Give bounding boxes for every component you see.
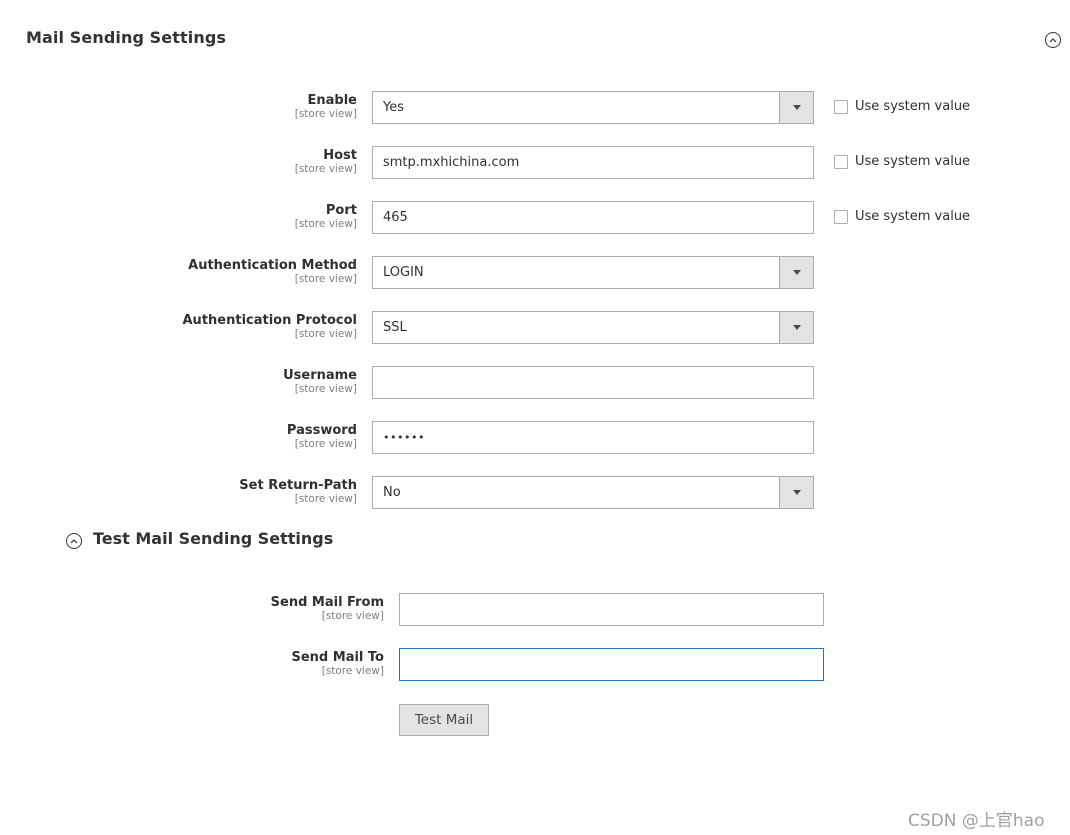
row-send-from: Send Mail From [store view] [0, 593, 1070, 627]
auth-protocol-label: Authentication Protocol [182, 313, 358, 328]
port-input[interactable]: 465 [372, 201, 814, 234]
use-system-value-enable[interactable]: Use system value [834, 99, 970, 114]
auth-method-label: Authentication Method [188, 258, 357, 273]
scope-label: [store view] [294, 328, 357, 340]
enable-label-group: Enable [store view] [295, 93, 357, 121]
return-path-label: Set Return-Path [239, 478, 357, 493]
row-password: Password [store view] •••••• [0, 421, 1070, 455]
watermark: CSDN @上官hao [908, 811, 1045, 831]
row-auth-protocol: Authentication Protocol [store view] SSL [0, 311, 1070, 345]
scope-label: [store view] [294, 438, 357, 450]
use-system-value-host[interactable]: Use system value [834, 154, 970, 169]
checkbox[interactable] [834, 99, 848, 114]
enable-select[interactable]: Yes [372, 91, 814, 124]
test-mail-button[interactable]: Test Mail [399, 704, 489, 736]
dropdown-arrow-icon[interactable] [779, 257, 813, 288]
return-path-label-group: Set Return-Path [store view] [239, 478, 357, 506]
send-from-label-group: Send Mail From [store view] [271, 595, 384, 623]
chevron-up-icon [70, 538, 78, 544]
scope-label: [store view] [321, 610, 384, 622]
scope-label: [store view] [294, 273, 357, 285]
use-system-label: Use system value [855, 99, 971, 114]
auth-method-select[interactable]: LOGIN [372, 256, 814, 289]
host-input[interactable]: smtp.mxhichina.com [372, 146, 814, 179]
send-from-input[interactable] [399, 593, 824, 626]
host-label: Host [323, 148, 357, 163]
password-label-group: Password [store view] [287, 423, 357, 451]
auth-protocol-value: SSL [383, 320, 407, 335]
host-label-group: Host [store view] [295, 148, 357, 176]
row-return-path: Set Return-Path [store view] No [0, 476, 1070, 510]
dropdown-arrow-icon[interactable] [779, 312, 813, 343]
section-title: Mail Sending Settings [26, 28, 226, 47]
use-system-value-port[interactable]: Use system value [834, 209, 970, 224]
row-enable: Enable [store view] Yes Use system value [0, 91, 1070, 125]
dropdown-arrow-icon[interactable] [779, 92, 813, 123]
dropdown-arrow-icon[interactable] [779, 477, 813, 508]
row-host: Host [store view] smtp.mxhichina.com Use… [0, 146, 1070, 180]
scope-label: [store view] [294, 108, 357, 120]
collapse-test-section-button[interactable] [66, 533, 82, 549]
enable-label: Enable [307, 93, 358, 108]
enable-value: Yes [383, 100, 404, 115]
scope-label: [store view] [294, 163, 357, 175]
port-label-group: Port [store view] [295, 203, 357, 231]
return-path-select[interactable]: No [372, 476, 814, 509]
scope-label: [store view] [294, 383, 357, 395]
auth-protocol-label-group: Authentication Protocol [store view] [183, 313, 358, 341]
return-path-value: No [383, 485, 401, 500]
auth-protocol-select[interactable]: SSL [372, 311, 814, 344]
checkbox[interactable] [834, 209, 848, 224]
scope-label: [store view] [294, 218, 357, 230]
auth-method-label-group: Authentication Method [store view] [188, 258, 357, 286]
password-input[interactable]: •••••• [372, 421, 814, 454]
username-label: Username [283, 368, 357, 383]
checkbox[interactable] [834, 154, 848, 169]
send-to-label: Send Mail To [291, 650, 385, 665]
test-section-title[interactable]: Test Mail Sending Settings [93, 529, 333, 548]
collapse-section-button[interactable] [1045, 32, 1061, 48]
use-system-label: Use system value [855, 154, 971, 169]
chevron-up-icon [1049, 37, 1057, 43]
send-to-input[interactable] [399, 648, 824, 681]
scope-label: [store view] [294, 493, 357, 505]
port-label: Port [325, 203, 357, 218]
row-auth-method: Authentication Method [store view] LOGIN [0, 256, 1070, 290]
username-label-group: Username [store view] [283, 368, 357, 396]
scope-label: [store view] [321, 665, 384, 677]
row-send-to: Send Mail To [store view] [0, 648, 1070, 682]
username-input[interactable] [372, 366, 814, 399]
password-label: Password [286, 423, 357, 438]
auth-method-value: LOGIN [383, 265, 424, 280]
row-port: Port [store view] 465 Use system value [0, 201, 1070, 235]
send-from-label: Send Mail From [270, 595, 384, 610]
use-system-label: Use system value [855, 209, 971, 224]
row-username: Username [store view] [0, 366, 1070, 400]
send-to-label-group: Send Mail To [store view] [292, 650, 385, 678]
